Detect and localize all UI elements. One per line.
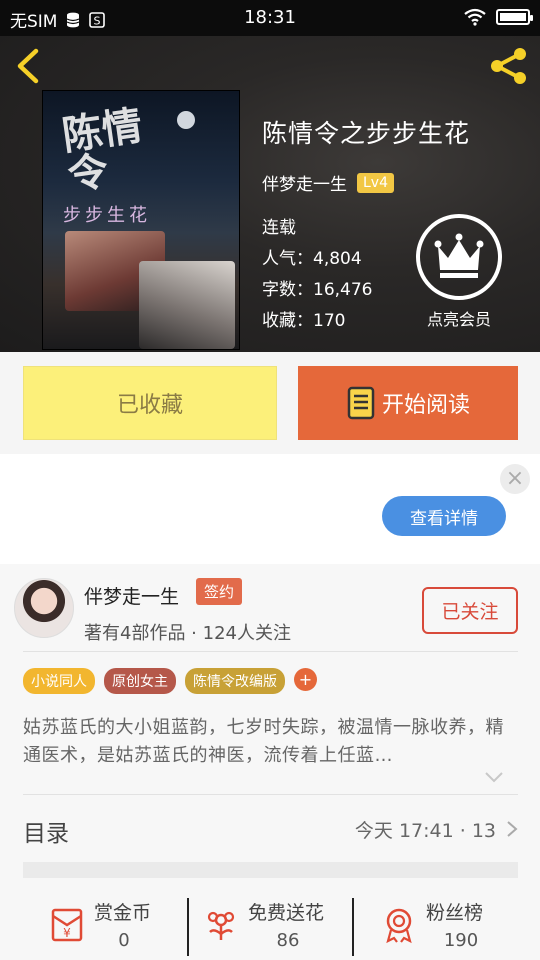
divider [23,794,518,795]
chevron-down-icon[interactable] [484,770,504,784]
flower-icon [207,911,235,940]
author-meta: 著有4部作品 · 124人关注 [84,623,291,644]
medal-icon [386,908,412,944]
cover-moon [177,111,195,129]
favorites-label: 收藏 [262,311,296,331]
red-envelope-icon: ¥ [51,908,83,942]
book-description[interactable]: 姑苏蓝氏的大小姐蓝韵，七岁时失踪，被温情一脉收养，精通医术，是姑苏蓝氏的神医，流… [23,714,513,772]
vertical-divider [352,898,354,956]
stat-value: 190 [443,930,479,951]
book-author[interactable]: 伴梦走一生 [262,170,347,195]
book-icon [347,386,375,420]
view-details-button[interactable]: 查看详情 [382,496,506,536]
divider [23,651,518,652]
stat-tip-coins[interactable]: ¥ 赏金币 0 [48,898,218,954]
toc-title: 目录 [23,821,69,847]
vip-button[interactable]: 点亮会员 [414,214,504,330]
stat-fan-ranking[interactable]: 粉丝榜 190 [380,898,540,954]
ad-banner: × 查看详情 [0,454,540,564]
add-tag-button[interactable]: + [294,668,317,691]
stat-value: 86 [276,930,300,951]
close-icon[interactable]: × [500,464,530,494]
stat-name: 免费送花 [248,902,325,924]
start-reading-label: 开始阅读 [381,393,470,418]
svg-text:¥: ¥ [63,926,71,940]
bottom-stats-bar: ¥ 赏金币 0 免费送花 86 粉丝榜 190 [0,890,540,960]
stat-name: 粉丝榜 [426,902,484,924]
crown-icon [434,233,484,278]
stat-name: 赏金币 [94,902,152,924]
tag-item[interactable]: 原创女主 [104,668,176,694]
cover-subtitle: 步步生花 [63,205,151,226]
book-header: 陈情令 步步生花 陈情令之步步生花 伴梦走一生 Lv4 连载 人气：4,804 … [0,36,540,352]
popularity-label: 人气 [262,249,296,269]
back-arrow-icon[interactable] [12,46,46,86]
avatar[interactable] [14,578,74,638]
author-level-badge: Lv4 [357,172,394,193]
tag-item[interactable]: 陈情令改编版 [185,668,285,694]
section-divider-bar [23,862,518,878]
word-count-label: 字数 [262,280,296,300]
status-right [464,8,533,26]
stat-free-flowers[interactable]: 免费送花 86 [202,898,372,954]
chevron-right-icon [507,821,518,837]
favorites-value: 170 [313,311,346,331]
cover-title: 陈情令 [59,101,146,200]
action-bar: 已收藏 开始阅读 [0,352,540,454]
author-name[interactable]: 伴梦走一生 [84,582,179,609]
vertical-divider [187,898,189,956]
vip-label: 点亮会员 [426,310,491,329]
favorited-button[interactable]: 已收藏 [23,366,277,440]
author-card: 伴梦走一生 签约 著有4部作品 · 124人关注 已关注 小说同人 原创女主 陈… [0,564,540,960]
wifi-icon [464,8,486,26]
vip-circle [416,214,502,300]
signed-badge: 签约 [196,578,243,605]
share-icon[interactable] [488,46,530,86]
tag-item[interactable]: 小说同人 [23,668,95,694]
popularity-value: 4,804 [313,249,362,269]
start-reading-button[interactable]: 开始阅读 [298,366,518,440]
table-of-contents-row[interactable]: 目录 今天 17:41 · 13 [23,796,518,856]
battery-icon [496,9,533,25]
cover-figure-male [139,261,235,349]
tag-list: 小说同人 原创女主 陈情令改编版 + [23,668,317,694]
followed-button[interactable]: 已关注 [422,587,518,634]
stat-value: 0 [118,930,130,951]
book-title: 陈情令之步步生花 [262,119,471,148]
status-bar: 无SIM S 18:31 [0,0,540,36]
book-cover[interactable]: 陈情令 步步生花 [42,90,240,350]
toc-update-info: 今天 17:41 · 13 [354,820,496,842]
status-time: 18:31 [244,7,296,28]
word-count-value: 16,476 [313,280,373,300]
author-line: 伴梦走一生 Lv4 [262,170,470,195]
